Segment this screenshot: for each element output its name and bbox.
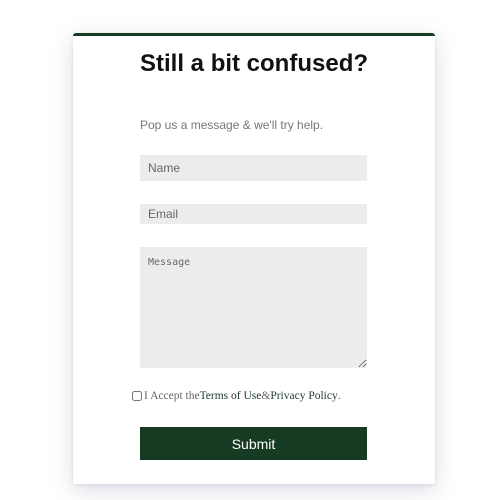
privacy-policy-link[interactable]: Privacy Policy [270, 390, 337, 402]
page-background: Still a bit confused? Pop us a message &… [0, 0, 500, 500]
consent-joiner-text: & [261, 390, 271, 402]
name-input[interactable] [140, 155, 367, 181]
terms-of-use-link[interactable]: Terms of Use [200, 390, 262, 402]
contact-form-card: Still a bit confused? Pop us a message &… [73, 33, 435, 484]
terms-checkbox[interactable] [132, 391, 142, 401]
terms-consent-row: I Accept the Terms of Use & Privacy Poli… [132, 390, 341, 402]
email-input[interactable] [140, 204, 367, 224]
form-heading: Still a bit confused? [140, 50, 369, 77]
consent-prefix-text: I Accept the [144, 390, 200, 402]
consent-suffix-text: . [337, 390, 341, 402]
submit-button[interactable]: Submit [140, 427, 367, 460]
form-subtitle: Pop us a message & we'll try help. [140, 118, 324, 132]
message-textarea[interactable] [140, 247, 367, 368]
